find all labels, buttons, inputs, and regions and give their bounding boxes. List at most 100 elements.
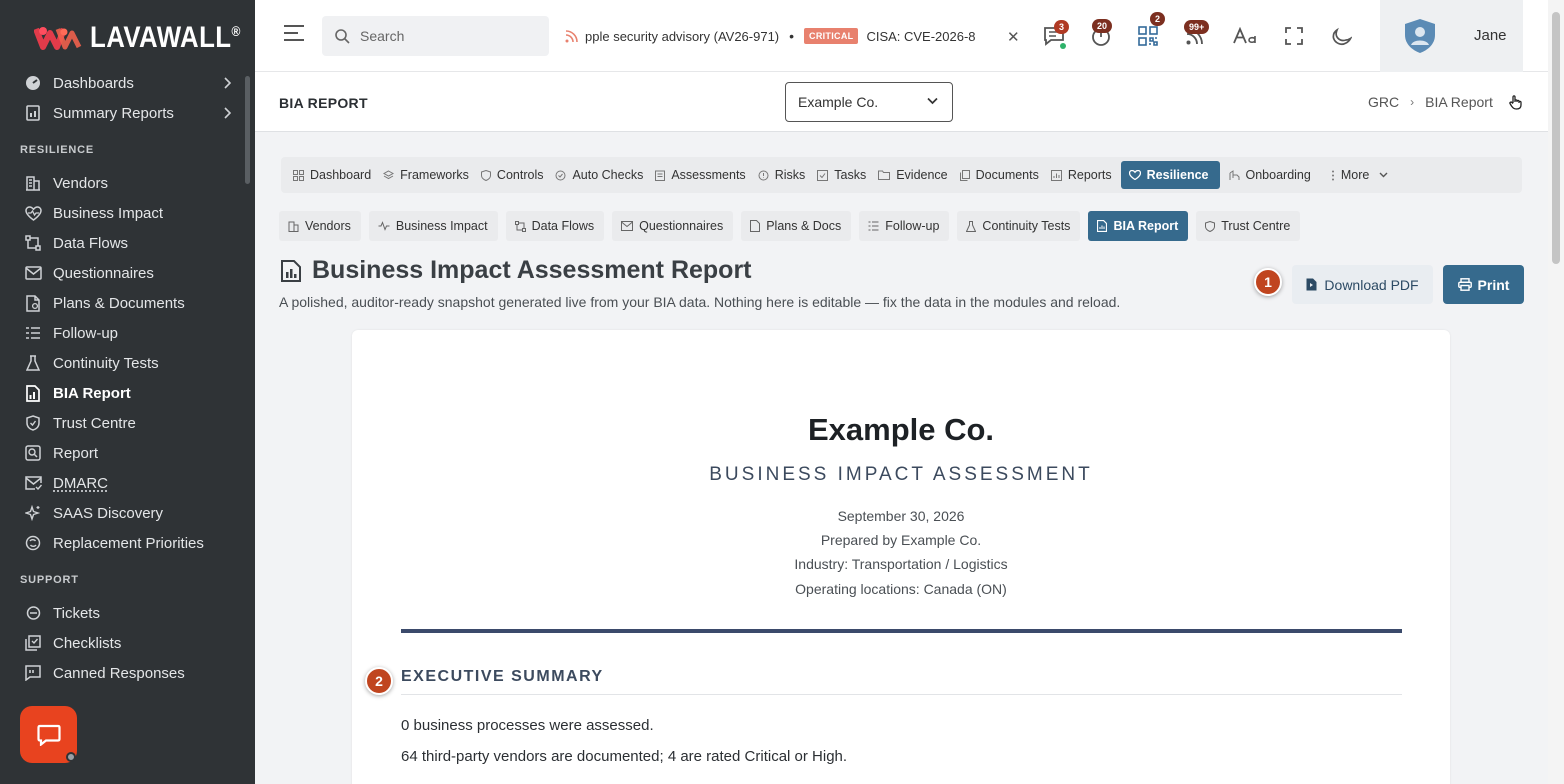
cycle-icon <box>24 534 42 552</box>
breadcrumb: GRC › BIA Report <box>1368 94 1493 110</box>
sidebar-item-plans-documents[interactable]: Plans & Documents <box>0 288 245 318</box>
tab-documents[interactable]: Documents <box>957 161 1048 189</box>
tab-frameworks[interactable]: Frameworks <box>380 161 478 189</box>
subtab-vendors[interactable]: Vendors <box>279 211 361 241</box>
sidebar-item-questionnaires[interactable]: Questionnaires <box>0 258 245 288</box>
tab-risks[interactable]: Risks <box>755 161 815 189</box>
sub-tab-bar: Vendors Business Impact Data Flows Quest… <box>279 211 1308 241</box>
chevron-down-icon <box>1379 172 1388 178</box>
subtab-trust-centre[interactable]: Trust Centre <box>1196 211 1301 241</box>
print-button[interactable]: Print <box>1443 265 1524 304</box>
fullscreen-icon <box>1285 27 1303 45</box>
sidebar-item-dmarc[interactable]: DMARC <box>0 468 245 498</box>
sidebar-item-tickets[interactable]: Tickets <box>0 598 245 628</box>
sidebar-item-data-flows[interactable]: Data Flows <box>0 228 245 258</box>
subtab-business-impact[interactable]: Business Impact <box>368 211 498 241</box>
news-ticker[interactable]: pple security advisory (AV26-971) • CRIT… <box>565 22 1020 50</box>
subtab-continuity-tests[interactable]: Continuity Tests <box>957 211 1081 241</box>
qr-code-icon <box>1138 26 1158 46</box>
ticker-item[interactable]: CISA: CVE-2026-8 <box>866 29 975 44</box>
sidebar-item-continuity-tests[interactable]: Continuity Tests <box>0 348 245 378</box>
pulse-icon <box>378 221 390 231</box>
alert-circle-icon <box>758 170 769 181</box>
dark-mode-button[interactable] <box>1328 22 1356 50</box>
avatar-shield-icon <box>1405 19 1435 53</box>
sidebar: LAVAWALL® Dashboards Summary Reports RES… <box>0 0 255 784</box>
tab-controls[interactable]: Controls <box>478 161 553 189</box>
sidebar-item-bia-report[interactable]: BIA Report <box>0 378 245 408</box>
sidebar-item-replacement-priorities[interactable]: Replacement Priorities <box>0 528 245 558</box>
qr-button[interactable] <box>1134 22 1162 50</box>
sidebar-item-vendors[interactable]: Vendors <box>0 168 245 198</box>
tab-dashboard[interactable]: Dashboard <box>290 161 380 189</box>
section-divider <box>401 629 1402 633</box>
page-label: BIA REPORT <box>279 95 368 111</box>
brand-logo[interactable]: LAVAWALL® <box>34 18 255 58</box>
sidebar-item-checklists[interactable]: Checklists <box>0 628 245 658</box>
document-icon <box>750 220 761 232</box>
user-menu[interactable]: Jane <box>1380 0 1523 72</box>
subtab-follow-up[interactable]: Follow-up <box>859 211 950 241</box>
report-prepared-by: Prepared by Example Co. <box>820 532 982 548</box>
subtab-plans-docs[interactable]: Plans & Docs <box>741 211 852 241</box>
list-icon <box>868 221 879 231</box>
search-box[interactable] <box>322 16 549 56</box>
tab-evidence[interactable]: Evidence <box>875 161 956 189</box>
shield-check-icon <box>480 169 491 181</box>
mail-check-icon <box>24 474 42 492</box>
tab-resilience[interactable]: Resilience <box>1120 161 1220 189</box>
subtab-data-flows[interactable]: Data Flows <box>505 211 605 241</box>
flask-icon <box>24 354 42 372</box>
brand-name: LAVAWALL® <box>90 21 241 54</box>
clipboard-icon <box>655 170 666 181</box>
text-size-button[interactable] <box>1231 22 1259 50</box>
rss-icon <box>565 30 578 43</box>
tab-assessments[interactable]: Assessments <box>652 161 754 189</box>
critical-badge: CRITICAL <box>804 28 859 44</box>
company-select[interactable]: Example Co. <box>785 82 953 122</box>
chevron-right-icon <box>223 77 231 89</box>
sidebar-item-business-impact[interactable]: Business Impact <box>0 198 245 228</box>
sidebar-item-canned-responses[interactable]: Canned Responses <box>0 658 245 688</box>
more-vertical-icon <box>1331 170 1335 181</box>
ticker-close-icon[interactable]: ✕ <box>1007 28 1020 46</box>
tab-more[interactable]: More <box>1328 161 1397 189</box>
flask-icon <box>966 220 977 232</box>
breadcrumb-root[interactable]: GRC <box>1368 94 1399 110</box>
sidebar-item-dashboards[interactable]: Dashboards <box>0 68 245 98</box>
tab-onboarding[interactable]: Onboarding <box>1226 161 1320 189</box>
subtab-questionnaires[interactable]: Questionnaires <box>612 211 734 241</box>
sidebar-item-follow-up[interactable]: Follow-up <box>0 318 245 348</box>
page-scrollbar[interactable] <box>1548 0 1564 784</box>
menu-toggle-icon[interactable] <box>283 24 305 42</box>
fullscreen-button[interactable] <box>1280 22 1308 50</box>
robot-icon <box>555 170 566 181</box>
download-pdf-button[interactable]: Download PDF <box>1292 265 1433 304</box>
ticker-separator: • <box>789 28 795 44</box>
subtab-bia-report[interactable]: BIA Report <box>1088 211 1189 241</box>
magnifier-icon <box>24 444 42 462</box>
list-icon <box>24 324 42 342</box>
feed-badge: 99+ <box>1184 20 1210 34</box>
sidebar-item-trust-centre[interactable]: Trust Centre <box>0 408 245 438</box>
search-input[interactable] <box>360 28 530 44</box>
sidebar-item-summary-reports[interactable]: Summary Reports <box>0 98 245 128</box>
sidebar-item-report[interactable]: Report <box>0 438 245 468</box>
report-date: September 30, 2026 <box>837 508 965 524</box>
checklist-icon <box>24 634 42 652</box>
chat-quote-icon <box>24 664 42 682</box>
qr-badge: 2 <box>1150 12 1166 26</box>
page-header: BIA REPORT Example Co. GRC › BIA Report <box>255 72 1548 132</box>
ticker-item[interactable]: pple security advisory (AV26-971) <box>585 29 779 44</box>
sidebar-item-saas-discovery[interactable]: SAAS Discovery <box>0 498 245 528</box>
hand-pointer-icon <box>1509 94 1523 110</box>
report-chart-icon <box>1097 220 1108 232</box>
sidebar-scrollbar[interactable] <box>245 76 250 184</box>
files-icon <box>959 169 970 181</box>
tab-reports[interactable]: Reports <box>1048 161 1121 189</box>
tab-tasks[interactable]: Tasks <box>814 161 875 189</box>
report-chart-icon <box>24 384 42 402</box>
page-scrollbar-thumb[interactable] <box>1552 12 1560 264</box>
tab-auto-checks[interactable]: Auto Checks <box>552 161 652 189</box>
ticket-icon <box>24 604 42 622</box>
